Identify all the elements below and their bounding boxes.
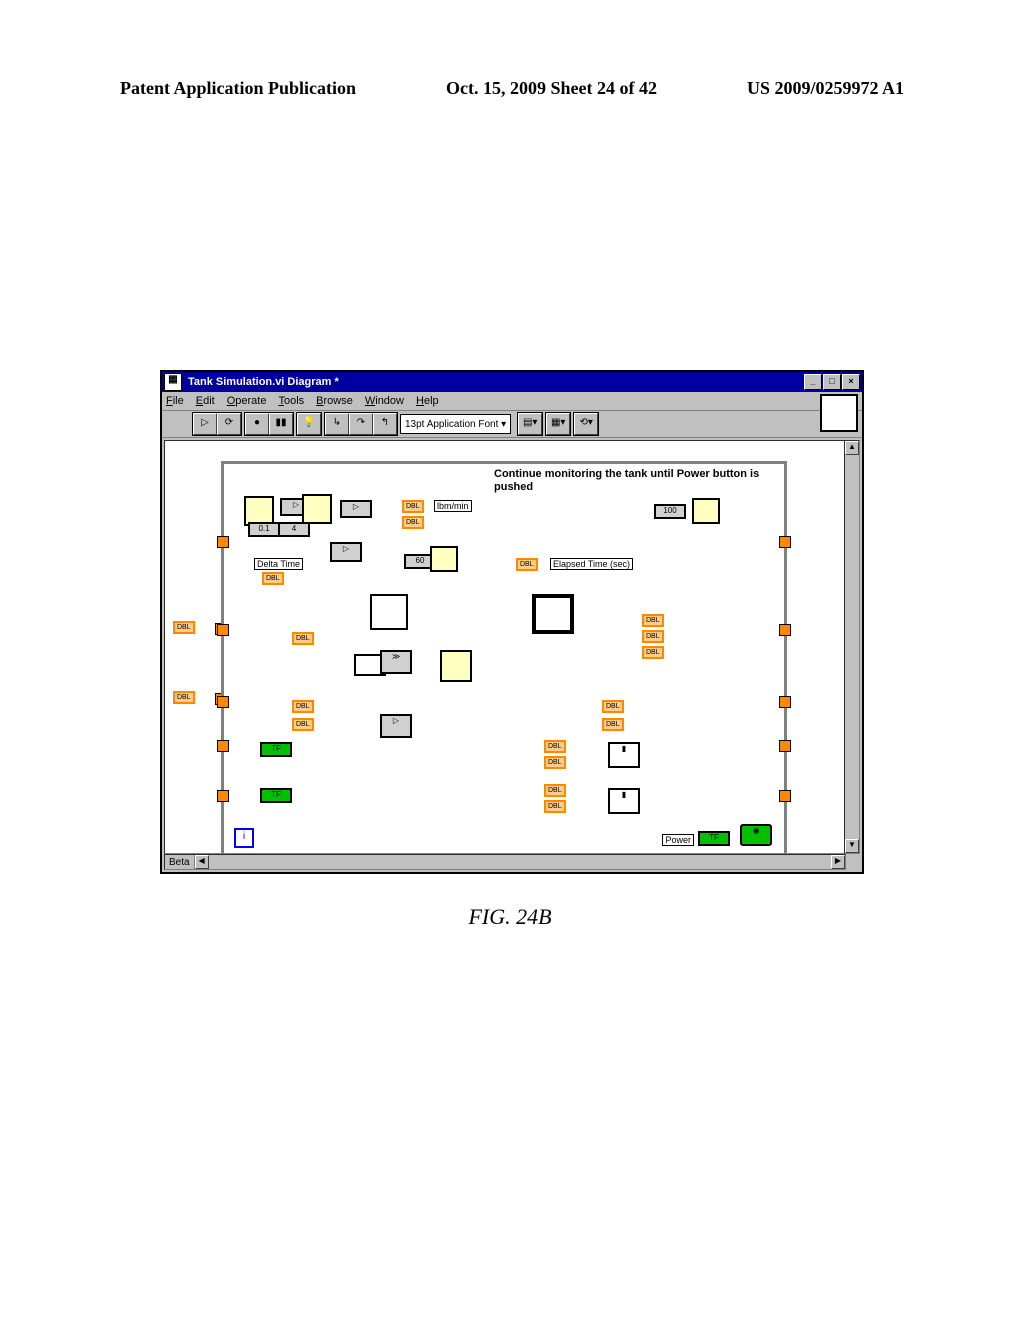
- shift-register-left[interactable]: [217, 790, 229, 802]
- indicator-dbl[interactable]: DBL: [402, 516, 424, 529]
- control-terminal-dbl[interactable]: DBL: [173, 621, 195, 634]
- indicator-dbl[interactable]: DBL: [544, 784, 566, 797]
- vertical-scrollbar[interactable]: ▲ ▼: [844, 440, 860, 854]
- indicator-dbl[interactable]: DBL: [544, 740, 566, 753]
- menubar: File Edit Operate Tools Browse Window He…: [162, 392, 862, 411]
- indicator-dbl[interactable]: DBL: [642, 614, 664, 627]
- indicator-dbl[interactable]: DBL: [544, 800, 566, 813]
- indicator-dbl[interactable]: DBL: [262, 572, 284, 585]
- highlight-button[interactable]: 💡: [297, 413, 321, 435]
- while-loop[interactable]: Continue monitoring the tank until Power…: [221, 461, 787, 854]
- indicator-dbl[interactable]: DBL: [642, 630, 664, 643]
- label-elapsed-time: Elapsed Time (sec): [550, 558, 633, 570]
- indicator-dbl[interactable]: DBL: [402, 500, 424, 513]
- subvi-metronome[interactable]: [302, 494, 332, 524]
- horizontal-scrollbar[interactable]: Beta ◀ ▶: [164, 854, 846, 870]
- minimize-button[interactable]: _: [804, 374, 822, 390]
- label-lbm-min: lbm/min: [434, 500, 472, 512]
- multiply-node[interactable]: ▷: [330, 542, 362, 562]
- shift-register-right[interactable]: [779, 536, 791, 548]
- font-selector[interactable]: 13pt Application Font ▾: [400, 414, 511, 434]
- function-node[interactable]: ≫: [380, 650, 412, 674]
- menu-edit[interactable]: Edit: [196, 395, 215, 407]
- shift-register-right[interactable]: [779, 790, 791, 802]
- run-button[interactable]: ▷: [193, 413, 217, 435]
- control-power-tf[interactable]: TF: [698, 831, 730, 846]
- subvi-tank[interactable]: [440, 650, 472, 682]
- close-button[interactable]: ×: [842, 374, 860, 390]
- constant-01[interactable]: 0.1: [248, 522, 280, 537]
- wait-ms-node[interactable]: [692, 498, 720, 524]
- menu-window[interactable]: Window: [365, 395, 404, 407]
- block-diagram[interactable]: DBL DBL Continue monitoring the tank unt…: [164, 440, 846, 854]
- maximize-button[interactable]: □: [823, 374, 841, 390]
- menu-file[interactable]: File: [166, 395, 184, 407]
- chart-terminal[interactable]: ▮: [608, 788, 640, 814]
- scroll-left-arrow[interactable]: ◀: [195, 855, 209, 869]
- figure-caption: FIG. 24B: [160, 904, 860, 930]
- control-terminal-dbl[interactable]: DBL: [173, 691, 195, 704]
- control-dbl[interactable]: DBL: [292, 718, 314, 731]
- chart-terminal[interactable]: ▮: [608, 742, 640, 768]
- indicator-dbl[interactable]: DBL: [544, 756, 566, 769]
- function-node[interactable]: ▷: [340, 500, 372, 518]
- constant-100[interactable]: 100: [654, 504, 686, 519]
- reorder-button[interactable]: ⟲▾: [574, 413, 598, 435]
- indicator-dbl[interactable]: DBL: [516, 558, 538, 571]
- align-button[interactable]: ▤▾: [518, 413, 542, 435]
- pause-button[interactable]: ▮▮: [269, 413, 293, 435]
- menu-operate[interactable]: Operate: [227, 395, 267, 407]
- vi-icon[interactable]: [820, 394, 858, 432]
- label-power: Power: [662, 834, 694, 846]
- subvi-node-highlighted[interactable]: [532, 594, 574, 634]
- header-center: Oct. 15, 2009 Sheet 24 of 42: [446, 78, 657, 99]
- menu-tools[interactable]: Tools: [278, 395, 304, 407]
- menu-help[interactable]: Help: [416, 395, 439, 407]
- constant-4[interactable]: 4: [278, 522, 310, 537]
- control-tf[interactable]: TF: [260, 788, 292, 803]
- step-into-button[interactable]: ↳: [325, 413, 349, 435]
- control-dbl[interactable]: DBL: [292, 700, 314, 713]
- window-title: Tank Simulation.vi Diagram *: [186, 376, 804, 388]
- abort-button[interactable]: ●: [245, 413, 269, 435]
- diagram-comment: Continue monitoring the tank until Power…: [494, 468, 784, 494]
- subvi-node[interactable]: [430, 546, 458, 572]
- shift-register-right[interactable]: [779, 740, 791, 752]
- system-menu-icon[interactable]: ▦: [164, 373, 182, 391]
- menu-browse[interactable]: Browse: [316, 395, 353, 407]
- indicator-dbl[interactable]: DBL: [602, 700, 624, 713]
- distribute-button[interactable]: ▦▾: [546, 413, 570, 435]
- control-tf[interactable]: TF: [260, 742, 292, 757]
- function-node[interactable]: ▷: [380, 714, 412, 738]
- shift-register-left[interactable]: [217, 696, 229, 708]
- label-delta-time: Delta Time: [254, 558, 303, 570]
- step-over-button[interactable]: ↷: [349, 413, 373, 435]
- titlebar[interactable]: ▦ Tank Simulation.vi Diagram * _ □ ×: [162, 372, 862, 392]
- application-window: ▦ Tank Simulation.vi Diagram * _ □ × Fil…: [160, 370, 864, 874]
- scroll-down-arrow[interactable]: ▼: [845, 839, 859, 853]
- loop-condition[interactable]: ◉: [740, 824, 772, 846]
- toolbar: ▷ ⟳ ● ▮▮ 💡 ↳ ↷ ↰ 13pt Application Font ▾: [162, 411, 862, 438]
- header-right: US 2009/0259972 A1: [747, 78, 904, 99]
- step-out-button[interactable]: ↰: [373, 413, 397, 435]
- indicator-dbl[interactable]: DBL: [602, 718, 624, 731]
- header-left: Patent Application Publication: [120, 78, 356, 99]
- scroll-up-arrow[interactable]: ▲: [845, 441, 859, 455]
- shift-register-left[interactable]: [217, 740, 229, 752]
- iteration-terminal[interactable]: i: [234, 828, 254, 848]
- status-label: Beta: [165, 855, 195, 869]
- subvi-node[interactable]: [370, 594, 408, 630]
- scroll-right-arrow[interactable]: ▶: [831, 855, 845, 869]
- run-continuous-button[interactable]: ⟳: [217, 413, 241, 435]
- shift-register-left[interactable]: [217, 536, 229, 548]
- shift-register-left[interactable]: [217, 624, 229, 636]
- indicator-dbl[interactable]: DBL: [642, 646, 664, 659]
- shift-register-right[interactable]: [779, 696, 791, 708]
- shift-register-right[interactable]: [779, 624, 791, 636]
- control-dbl[interactable]: DBL: [292, 632, 314, 645]
